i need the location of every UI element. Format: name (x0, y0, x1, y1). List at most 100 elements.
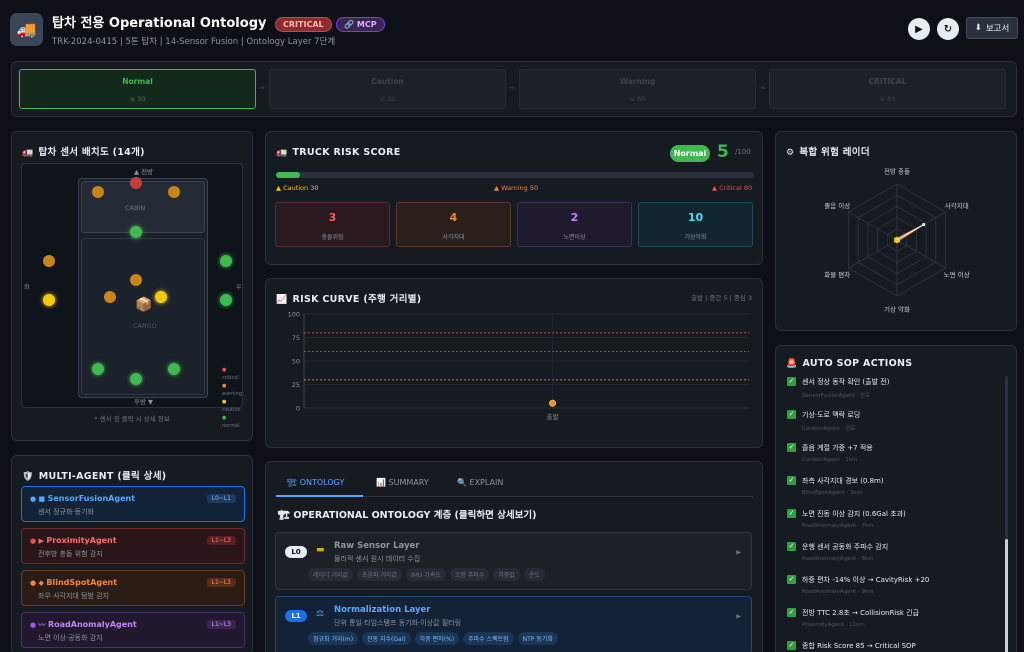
tab-ontology[interactable]: 🏗 ONTOLOGY (287, 478, 344, 487)
sop-agent: SensorFusionAgent · 완료 (802, 393, 871, 399)
risk-status-badge: Normal (670, 145, 710, 162)
radar-axis-label: 기상 악화 (884, 305, 910, 314)
agent-level-badge: L1~L3 (206, 620, 236, 629)
layer-tag: 온도 (523, 568, 545, 581)
y-tick-label: 0 (296, 405, 300, 413)
layers-icon: 🏗 (278, 510, 294, 521)
stage-normal: Normal ≤ 30 (19, 69, 256, 109)
alert-icon: 🚨 (786, 359, 798, 369)
sop-text: 전방 TTC 2.8초 → CollisionRisk 긴급 (802, 609, 920, 617)
sop-text: 운행 센서 공동화 주파수 감지 (802, 543, 889, 551)
check-icon: ✓ (787, 476, 796, 485)
sensor-dot[interactable] (130, 226, 142, 238)
layer-tag: 하중 편차(%) (414, 632, 460, 645)
agent-name: SensorFusionAgent (47, 494, 136, 503)
tab-summary[interactable]: 📊 SUMMARY (376, 478, 429, 487)
sop-scrollbar[interactable] (1005, 376, 1008, 652)
sensor-dot[interactable] (168, 186, 180, 198)
sop-scrollbar-thumb[interactable] (1005, 539, 1008, 652)
search-icon: 🔍 (457, 478, 470, 487)
layer-tag: 정규화 거리(m) (308, 632, 359, 645)
risk-card: 10 기상악화 (638, 202, 753, 247)
layer-badge: L1 (285, 610, 307, 622)
check-icon: ✓ (787, 641, 796, 650)
play-button[interactable]: ▶ (908, 18, 930, 40)
stage-arrow-icon: → (259, 84, 265, 92)
layer-tag: 조향 주파수 (449, 568, 490, 581)
sensor-dot[interactable] (92, 186, 104, 198)
sensor-dot[interactable] (130, 177, 142, 189)
report-button[interactable]: ⬇ 보고서 (966, 17, 1018, 39)
risk-card: 2 노면이상 (517, 202, 632, 247)
risk-card-label: 노면이상 (563, 234, 586, 241)
sop-item[interactable]: ✓ 노면 진동 이상 감지 (0.6Gal 초과) RoadAnomalyAgent… (787, 509, 1002, 539)
sop-text: 기상·도로 맥락 로딩 (802, 411, 861, 419)
agent-card[interactable]: ● ■ SensorFusionAgent 센서 정규화·동기화 L0~L1 (21, 486, 245, 522)
link-icon: 🔗 (344, 20, 357, 29)
cargo-box-icon: 📦 (135, 297, 153, 313)
sop-agent: RoadAnomalyAgent · 9km (802, 589, 874, 595)
stage-arrow-icon: → (509, 84, 515, 92)
agent-card[interactable]: ● ▶ ProximityAgent 전후방 충돌 위험 감지 L1~L3 (21, 528, 245, 564)
sop-agent: ContextAgent · 완료 (802, 426, 856, 432)
radar-axis-label: 노면 이상 (944, 270, 970, 279)
agent-status-dot-icon: ● (30, 537, 39, 545)
sop-agent: ProximityAgent · 11km (802, 622, 865, 628)
stage-name: CRITICAL (868, 77, 907, 86)
sensor-dot[interactable] (168, 363, 180, 375)
sop-item[interactable]: ✓ 졸음 계절 가중 +7 적용 ContextAgent · 1km (787, 443, 1002, 473)
layer-name: Raw Sensor Layer (334, 541, 420, 551)
sensor-dot[interactable] (220, 294, 232, 306)
tab-explain[interactable]: 🔍 EXPLAIN (457, 478, 503, 487)
sop-item[interactable]: ✓ 센서 정상 동작 확인 (출발 전) SensorFusionAgent · 완… (787, 377, 1002, 407)
radar-value-point[interactable] (893, 237, 898, 241)
sop-item[interactable]: ✓ 좌측 사각지대 경보 (0.8m) BlindSpotAgent · 3km (787, 476, 1002, 506)
risk-card-value: 4 (449, 211, 458, 224)
sensor-dot[interactable] (104, 291, 116, 303)
sop-text: 종합 Risk Score 85 → Critical SOP (802, 642, 916, 650)
sop-item[interactable]: ✓ 전방 TTC 2.8초 → CollisionRisk 긴급 Proximity… (787, 608, 1002, 638)
sensor-map-title: 탑차 센서 배치도 (14개) (38, 147, 145, 158)
risk-card-value: 10 (687, 211, 704, 224)
agent-level-badge: L1~L3 (206, 536, 236, 545)
ontology-layer[interactable]: L0 ▬ Raw Sensor Layer 물리적 센서 원시 데이터 수집 ▶ 레이더 … (275, 532, 752, 590)
multi-agent-title: MULTI-AGENT (클릭 상세) (38, 471, 167, 482)
agent-card[interactable]: ● 〰 RoadAnomalyAgent 노면 이상·공동화 감지 L1~L3 (21, 612, 245, 648)
page-title: 탑차 전용 Operational Ontology (52, 16, 267, 31)
agent-card[interactable]: ● ◆ BlindSpotAgent 좌우 사각지대 탐범 감지 L1~L3 (21, 570, 245, 606)
sensor-dot[interactable] (92, 363, 104, 375)
sop-item[interactable]: ✓ 하중 편차 -14% 이상 → CavityRisk +20 RoadAnoma… (787, 575, 1002, 605)
agent-desc: 노면 이상·공동화 감지 (38, 634, 103, 642)
right-label: 우 (236, 284, 242, 291)
agent-type-icon: 〰 (38, 621, 48, 629)
mcp-badge: 🔗 MCP (336, 17, 385, 32)
radar-chart: 전방 충돌사각지대노면 이상기상 악화 화물 편차 졸음 이상 (824, 167, 970, 314)
sop-item[interactable]: ✓ 운행 센서 공동화 주파수 감지 RoadAnomalyAgent · 8km (787, 542, 1002, 572)
chevron-right-icon: ▶ (736, 613, 741, 620)
sensor-map-hint: * 센서 점 클릭 시 상세 정보 (94, 415, 170, 423)
agent-type-icon: ■ (38, 495, 48, 503)
truck-icon: 🚛 (22, 148, 34, 158)
risk-card-value: 3 (328, 211, 337, 224)
layer-tag: IMU 가속도 (406, 568, 446, 581)
layers-icon: 🏗 (287, 478, 300, 487)
sop-item[interactable]: ✓ 기상·도로 맥락 로딩 ContextAgent · 완료 (787, 410, 1002, 440)
sop-text: 센서 정상 동작 확인 (출발 전) (802, 378, 890, 386)
sop-text: 노면 진동 이상 감지 (0.6Gal 초과) (802, 510, 906, 518)
sensor-dot[interactable] (43, 255, 55, 267)
sensor-dot[interactable] (155, 291, 167, 303)
ontology-layer[interactable]: L1 ⚖ Normalization Layer 단위 통일·타임스탬프 동기화·이상… (275, 596, 752, 652)
check-icon: ✓ (787, 443, 796, 452)
agent-name: ProximityAgent (46, 536, 117, 545)
sop-text: 하중 편차 -14% 이상 → CavityRisk +20 (802, 576, 930, 584)
agent-name: RoadAnomalyAgent (47, 620, 137, 629)
sensor-dot[interactable] (130, 274, 142, 286)
sop-item[interactable]: ✓ 종합 Risk Score 85 → Critical SOP (787, 641, 1002, 652)
risk-point[interactable] (549, 399, 556, 407)
refresh-button[interactable]: ↻ (937, 18, 959, 40)
sop-agent: RoadAnomalyAgent · 7km (802, 523, 874, 529)
sensor-dot[interactable] (130, 373, 142, 385)
sensor-dot[interactable] (220, 255, 232, 267)
stage-range: ≤ 60 (629, 95, 646, 103)
sensor-dot[interactable] (43, 294, 55, 306)
